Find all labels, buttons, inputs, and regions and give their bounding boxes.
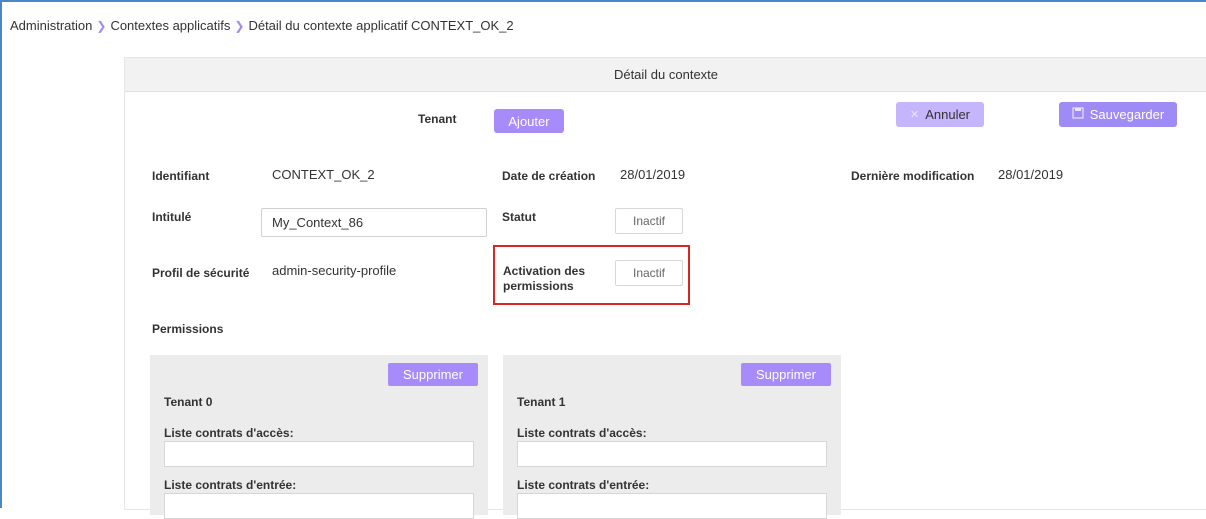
date-creation-label: Date de création — [502, 169, 596, 183]
permission-tenant-title: Tenant 0 — [164, 395, 213, 409]
profil-securite-value: admin-security-profile — [272, 263, 397, 278]
date-creation-value: 28/01/2019 — [620, 167, 686, 182]
add-tenant-button[interactable]: Ajouter — [494, 109, 564, 133]
cancel-button[interactable]: ✕ Annuler — [896, 102, 984, 127]
permission-card-tenant-0: Supprimer Tenant 0 Liste contrats d'accè… — [150, 355, 488, 519]
activation-permissions-label: Activation des permissions — [503, 264, 585, 294]
permissions-label: Permissions — [152, 322, 224, 336]
access-contracts-input[interactable] — [164, 441, 474, 467]
window-frame: Administration ❯ Contextes applicatifs ❯… — [0, 0, 1206, 519]
breadcrumb-administration[interactable]: Administration — [10, 18, 92, 33]
entry-contracts-label: Liste contrats d'entrée: — [517, 478, 650, 492]
activation-label-line2: permissions — [503, 279, 574, 293]
access-contracts-label: Liste contrats d'accès: — [164, 426, 294, 440]
permission-card-tenant-1: Supprimer Tenant 1 Liste contrats d'accè… — [503, 355, 841, 519]
statut-label: Statut — [502, 210, 536, 224]
delete-permission-button[interactable]: Supprimer — [388, 363, 478, 386]
cancel-label: Annuler — [925, 107, 971, 122]
permission-tenant-title: Tenant 1 — [517, 395, 566, 409]
intitule-input[interactable]: My_Context_86 — [261, 208, 487, 237]
statut-toggle[interactable]: Inactif — [615, 208, 683, 234]
derniere-modification-value: 28/01/2019 — [998, 167, 1064, 182]
tenant-label: Tenant — [418, 112, 457, 126]
profil-securite-label: Profil de sécurité — [152, 266, 250, 280]
activation-permissions-toggle[interactable]: Inactif — [615, 260, 683, 286]
breadcrumb-contextes[interactable]: Contextes applicatifs — [110, 18, 230, 33]
close-icon: ✕ — [909, 109, 920, 121]
access-contracts-label: Liste contrats d'accès: — [517, 426, 647, 440]
chevron-right-icon: ❯ — [234, 18, 245, 33]
save-label: Sauvegarder — [1089, 107, 1165, 122]
identifiant-label: Identifiant — [152, 169, 210, 183]
intitule-label: Intitulé — [152, 210, 192, 224]
save-icon — [1072, 107, 1084, 122]
derniere-modification-label: Dernière modification — [851, 169, 975, 183]
breadcrumb: Administration ❯ Contextes applicatifs ❯… — [10, 18, 514, 33]
breadcrumb-current: Détail du contexte applicatif CONTEXT_OK… — [248, 18, 514, 33]
access-contracts-input[interactable] — [517, 441, 827, 467]
activation-label-line1: Activation des — [503, 264, 586, 278]
save-button[interactable]: Sauvegarder — [1059, 102, 1177, 127]
tenant-select[interactable]: Tenant ▼ — [418, 112, 504, 126]
identifiant-value: CONTEXT_OK_2 — [272, 167, 375, 182]
chevron-right-icon: ❯ — [96, 18, 107, 33]
entry-contracts-input[interactable] — [164, 493, 474, 519]
delete-permission-button[interactable]: Supprimer — [741, 363, 831, 386]
panel-title: Détail du contexte — [125, 58, 1206, 92]
entry-contracts-input[interactable] — [517, 493, 827, 519]
entry-contracts-label: Liste contrats d'entrée: — [164, 478, 297, 492]
add-label: Ajouter — [508, 113, 550, 129]
